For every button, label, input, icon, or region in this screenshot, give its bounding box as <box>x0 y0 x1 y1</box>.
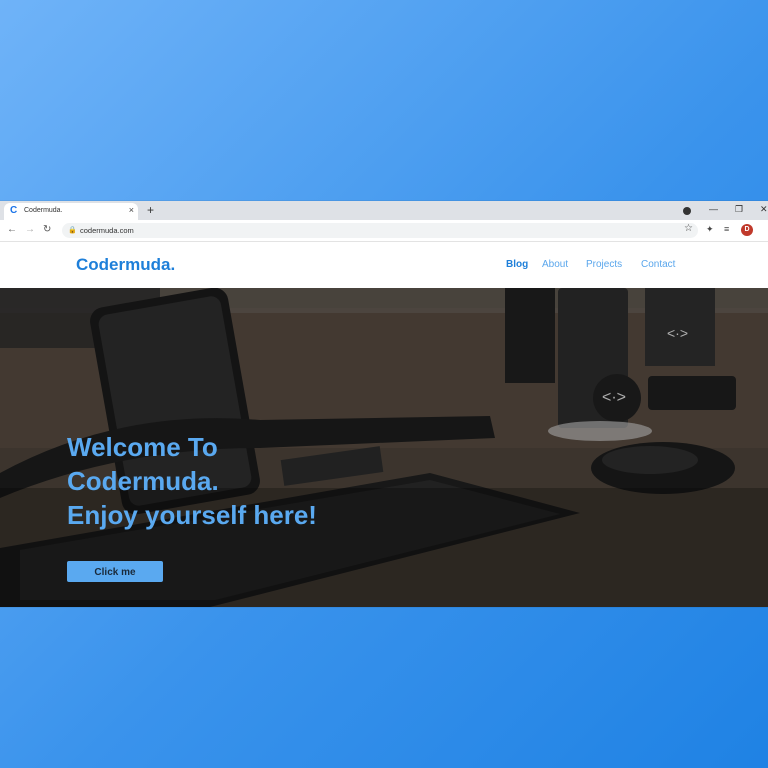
back-icon[interactable]: ← <box>7 224 17 235</box>
tab-title: Codermuda. <box>24 207 63 214</box>
hero-line-3: Enjoy yourself here! <box>67 500 317 530</box>
nav-contact[interactable]: Contact <box>641 259 675 270</box>
browser-window: C Codermuda. × + — ❐ ✕ ← → ↻ 🔒 codermuda… <box>0 201 768 607</box>
avatar[interactable]: D <box>741 224 753 236</box>
hero-line-1: Welcome To <box>67 432 218 462</box>
close-icon[interactable]: ✕ <box>760 204 768 215</box>
site-logo[interactable]: Codermuda. <box>76 255 175 275</box>
restore-icon[interactable]: ❐ <box>735 204 743 215</box>
lock-icon: 🔒 <box>68 227 77 234</box>
browser-toolbar: ← → ↻ 🔒 codermuda.com ☆ ✦ ≡ D <box>0 220 768 242</box>
nav-blog[interactable]: Blog <box>506 259 528 270</box>
click-me-button[interactable]: Click me <box>67 561 163 582</box>
hero-heading: Welcome To Codermuda. Enjoy yourself her… <box>67 430 317 532</box>
tab-close-icon[interactable]: × <box>129 205 134 215</box>
tab-strip: C Codermuda. × + — ❐ ✕ <box>0 201 768 220</box>
browser-tab[interactable]: C Codermuda. × <box>4 203 138 220</box>
favicon-icon: C <box>10 205 18 216</box>
address-bar[interactable]: 🔒 codermuda.com <box>62 223 698 238</box>
site-header: Codermuda. Blog About Projects Contact <box>0 242 768 288</box>
nav-projects[interactable]: Projects <box>586 259 622 270</box>
star-icon[interactable]: ☆ <box>684 223 693 234</box>
extensions-icon[interactable]: ✦ <box>706 224 714 235</box>
minimize-icon[interactable]: — <box>709 204 718 214</box>
hero-section: <·> <·> Welcome To Codermuda. Enjoy your… <box>0 288 768 607</box>
hero-line-2: Codermuda. <box>67 466 219 496</box>
new-tab-button[interactable]: + <box>147 204 154 216</box>
profile-indicator-icon[interactable] <box>683 207 691 215</box>
reload-icon[interactable]: ↻ <box>43 224 51 235</box>
nav-about[interactable]: About <box>542 259 568 270</box>
url-text[interactable]: codermuda.com <box>80 226 134 235</box>
forward-icon[interactable]: → <box>25 224 35 235</box>
reading-list-icon[interactable]: ≡ <box>724 224 729 234</box>
